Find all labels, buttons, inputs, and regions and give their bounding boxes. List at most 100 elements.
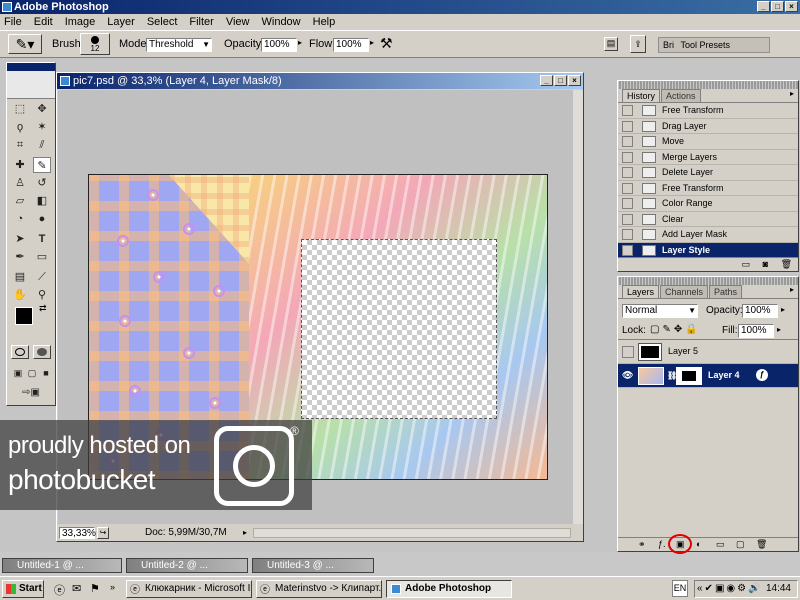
- trash-icon[interactable]: 🗑: [756, 539, 767, 550]
- trash-icon[interactable]: 🗑: [781, 259, 792, 269]
- link-layers-icon[interactable]: ⚭: [638, 539, 646, 550]
- history-item-selected[interactable]: Layer Style: [618, 242, 798, 258]
- menu-image[interactable]: Image: [65, 14, 96, 30]
- new-layer-icon[interactable]: ▢: [736, 539, 745, 550]
- clone-stamp-tool-icon[interactable]: ♙: [11, 175, 29, 191]
- history-item[interactable]: Merge Layers: [618, 150, 798, 165]
- taskbar-button-browser-2[interactable]: ⓔ Materinstvo -> Клипарт...: [256, 580, 382, 598]
- menu-file[interactable]: File: [4, 14, 22, 30]
- start-button[interactable]: Start: [2, 580, 44, 598]
- file-browser-icon[interactable]: ⇪: [630, 35, 646, 53]
- document-title-bar[interactable]: pic7.psd @ 33,3% (Layer 4, Layer Mask/8)…: [57, 73, 583, 89]
- layer-style-icon[interactable]: ƒ: [756, 369, 768, 381]
- doc-maximize-button[interactable]: □: [554, 75, 567, 86]
- marquee-tool-icon[interactable]: ⬚: [11, 101, 29, 117]
- palette-well[interactable]: Bri Tool Presets: [658, 37, 770, 53]
- layer-row-selected[interactable]: 👁 ⛓ Layer 4 ƒ: [618, 364, 798, 388]
- palette-menu-icon[interactable]: ▸: [790, 89, 794, 102]
- eraser-tool-icon[interactable]: ▱: [11, 193, 29, 209]
- email-quicklaunch-icon[interactable]: ✉: [72, 582, 81, 595]
- brush-tool-icon[interactable]: ✎: [33, 157, 51, 173]
- taskbar-button-browser-1[interactable]: ⓔ Клюкарник - Microsoft I...: [126, 580, 252, 598]
- history-item[interactable]: Drag Layer: [618, 119, 798, 134]
- brush-picker[interactable]: 12: [80, 33, 110, 55]
- tab-channels[interactable]: Channels: [660, 285, 709, 298]
- lock-options-icons[interactable]: ▢✎✥🔒: [650, 324, 701, 335]
- quick-mask-mode-button[interactable]: [33, 345, 51, 359]
- vertical-scrollbar[interactable]: [573, 90, 583, 524]
- history-item[interactable]: Color Range: [618, 196, 798, 212]
- move-tool-icon[interactable]: ✥: [33, 101, 51, 117]
- close-button[interactable]: ×: [785, 1, 798, 12]
- tab-layers[interactable]: Layers: [622, 285, 660, 298]
- snapshot-icon[interactable]: ◙: [763, 259, 768, 269]
- language-indicator[interactable]: EN: [672, 580, 688, 597]
- minimized-window-1[interactable]: Untitled-1 @ ...: [2, 558, 122, 573]
- menu-select[interactable]: Select: [147, 14, 178, 30]
- new-group-icon[interactable]: ▭: [716, 539, 725, 550]
- fill-arrow-icon[interactable]: ▸: [777, 325, 781, 334]
- healing-brush-tool-icon[interactable]: ✚: [11, 157, 29, 173]
- taskbar-button-photoshop[interactable]: Adobe Photoshop: [386, 580, 512, 598]
- history-brush-tool-icon[interactable]: ↺: [33, 175, 51, 191]
- type-tool-icon[interactable]: T: [33, 231, 51, 247]
- pen-tool-icon[interactable]: ✒: [11, 249, 29, 265]
- gradient-tool-icon[interactable]: ◧: [33, 193, 51, 209]
- horizontal-scrollbar[interactable]: [253, 528, 571, 538]
- history-item[interactable]: Add Layer Mask: [618, 227, 798, 243]
- feather-logo[interactable]: [7, 71, 55, 99]
- brushes-tab[interactable]: Bri: [663, 40, 674, 50]
- ie-quicklaunch-icon[interactable]: ⓔ: [54, 582, 65, 598]
- magic-wand-tool-icon[interactable]: ✶: [33, 119, 51, 135]
- menu-help[interactable]: Help: [313, 14, 336, 30]
- minimized-window-2[interactable]: Untitled-2 @ ...: [126, 558, 248, 573]
- brush-tool-preset-picker[interactable]: ✎▾: [8, 34, 42, 54]
- maximize-button[interactable]: □: [771, 1, 784, 12]
- tray-icons[interactable]: «✔▣◉⚙🔊: [697, 583, 763, 594]
- history-item[interactable]: Free Transform: [618, 181, 798, 196]
- zoom-tool-icon[interactable]: ⚲: [33, 287, 51, 303]
- history-item[interactable]: Free Transform: [618, 103, 798, 119]
- shape-tool-icon[interactable]: ▭: [33, 249, 51, 265]
- hand-tool-icon[interactable]: ✋: [11, 287, 29, 303]
- new-fill-adjustment-layer-icon[interactable]: ◐: [696, 539, 701, 549]
- dodge-tool-icon[interactable]: ●: [33, 211, 51, 227]
- layer-opacity-input[interactable]: 100%: [742, 304, 778, 318]
- menu-edit[interactable]: Edit: [34, 14, 53, 30]
- history-item[interactable]: Delete Layer: [618, 165, 798, 181]
- layer-mask-thumbnail[interactable]: [676, 367, 702, 385]
- fill-input[interactable]: 100%: [738, 324, 774, 338]
- add-layer-style-icon[interactable]: ƒ.: [658, 539, 666, 549]
- opacity-input[interactable]: 100%: [261, 38, 297, 52]
- opacity-arrow-icon[interactable]: ▸: [298, 38, 302, 47]
- slice-tool-icon[interactable]: ⫽: [33, 137, 51, 153]
- layer-name[interactable]: Layer 4: [708, 370, 740, 380]
- screen-mode-full-icon[interactable]: ■: [37, 365, 55, 381]
- tab-paths[interactable]: Paths: [709, 285, 743, 298]
- path-selection-tool-icon[interactable]: ➤: [11, 231, 29, 247]
- tool-presets-tab[interactable]: Tool Presets: [681, 40, 731, 50]
- new-document-from-state-icon[interactable]: ▭: [742, 259, 751, 269]
- flow-input[interactable]: 100%: [333, 38, 369, 52]
- eye-icon[interactable]: 👁: [622, 370, 633, 381]
- blur-tool-icon[interactable]: ◔: [11, 211, 29, 227]
- palette-menu-icon[interactable]: ▸: [790, 285, 794, 298]
- foreground-color-swatch[interactable]: [15, 307, 33, 325]
- mode-select[interactable]: Threshold ▼: [146, 38, 212, 52]
- toolbox-title-bar[interactable]: [7, 63, 55, 71]
- menu-filter[interactable]: Filter: [189, 14, 213, 30]
- jump-to-imageready-icon[interactable]: ⇨▣: [11, 385, 51, 401]
- menu-view[interactable]: View: [226, 14, 250, 30]
- zoom-input[interactable]: 33,33%: [59, 527, 96, 539]
- layers-palette-grip[interactable]: [618, 277, 798, 285]
- tab-history[interactable]: History: [622, 89, 661, 102]
- flow-arrow-icon[interactable]: ▸: [370, 38, 374, 47]
- crop-tool-icon[interactable]: ⌗: [11, 137, 29, 153]
- airbrush-icon[interactable]: ⚒: [380, 35, 393, 52]
- status-options-icon[interactable]: ↪: [97, 527, 109, 539]
- status-menu-arrow-icon[interactable]: ▸: [243, 525, 247, 541]
- history-palette-grip[interactable]: [618, 81, 798, 89]
- lasso-tool-icon[interactable]: ϙ: [11, 119, 29, 135]
- doc-close-button[interactable]: ×: [568, 75, 581, 86]
- history-item[interactable]: Move: [618, 134, 798, 150]
